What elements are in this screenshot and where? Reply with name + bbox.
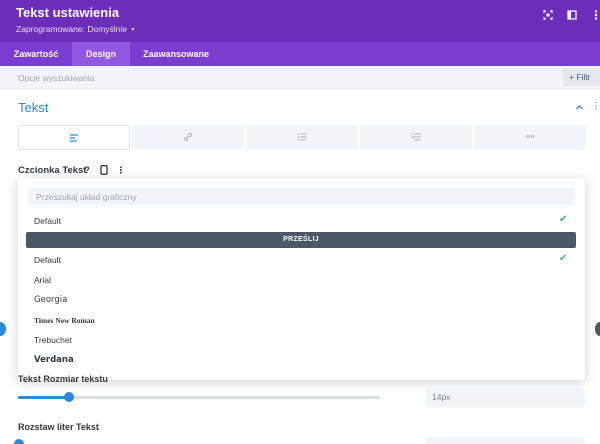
split-view-icon[interactable] bbox=[565, 8, 579, 22]
align-left-icon[interactable] bbox=[18, 125, 130, 150]
ordered-list-icon[interactable] bbox=[360, 125, 472, 150]
section-menu-icon[interactable]: ⋮ bbox=[591, 101, 600, 112]
font-option-default[interactable]: Default bbox=[34, 255, 61, 265]
font-option-trebuchet[interactable]: Trebuchet bbox=[34, 335, 72, 345]
preset-selector[interactable]: Zaprogramowane: Domyślnie ▾ bbox=[16, 24, 134, 34]
options-search-input[interactable]: Opcje wyszukiwania bbox=[18, 73, 95, 83]
options-search-bar: Opcje wyszukiwania + Filtr bbox=[0, 66, 600, 89]
tab-advanced[interactable]: Zaawansowane bbox=[130, 42, 222, 66]
preset-label: Zaprogramowane: Domyślnie bbox=[16, 24, 128, 34]
edge-control-icon[interactable] bbox=[595, 322, 600, 336]
quote-icon[interactable] bbox=[474, 125, 586, 150]
font-option-times-new-roman[interactable]: Times New Roman bbox=[34, 316, 95, 325]
mobile-icon[interactable] bbox=[97, 163, 111, 177]
slider-knob[interactable] bbox=[14, 439, 24, 444]
chevron-down-icon: ▾ bbox=[131, 27, 135, 33]
more-icon[interactable] bbox=[590, 8, 600, 22]
current-font[interactable]: Default bbox=[34, 216, 61, 226]
check-icon: ✔ bbox=[559, 214, 568, 225]
slider-fill bbox=[18, 396, 69, 399]
unordered-list-icon[interactable] bbox=[246, 125, 358, 150]
font-option-georgia[interactable]: Georgia bbox=[34, 295, 67, 305]
chevron-up-icon[interactable] bbox=[575, 103, 584, 115]
font-control-label: Czcionka Tekst bbox=[18, 165, 87, 176]
text-size-input[interactable]: 14px bbox=[426, 388, 585, 407]
font-search-input[interactable] bbox=[28, 188, 575, 205]
tab-design[interactable]: Design bbox=[72, 42, 130, 66]
section-title[interactable]: Tekst bbox=[18, 100, 48, 115]
font-option-arial[interactable]: Arial bbox=[34, 275, 51, 285]
text-size-label: Tekst Rozmiar tekstu bbox=[18, 374, 108, 384]
tab-content[interactable]: Zawartość bbox=[0, 42, 72, 66]
help-icon[interactable]: ? bbox=[80, 163, 94, 177]
text-style-tabs bbox=[18, 125, 586, 150]
settings-modal: Tekst ustawienia Zaprogramowane: Domyśln… bbox=[0, 0, 600, 444]
slider-knob[interactable] bbox=[0, 322, 6, 336]
slider-knob[interactable] bbox=[64, 392, 74, 402]
letter-spacing-input[interactable] bbox=[426, 437, 585, 444]
font-menu-icon[interactable]: ⋮ bbox=[114, 163, 128, 177]
font-dropdown: Default ✔ PRZEŚLIJ Default ✔ Arial Georg… bbox=[18, 178, 585, 380]
link-icon[interactable] bbox=[132, 125, 244, 150]
fullscreen-icon[interactable] bbox=[541, 8, 555, 22]
modal-title: Tekst ustawienia bbox=[16, 5, 120, 20]
font-option-verdana[interactable]: Verdana bbox=[34, 355, 74, 365]
filter-button[interactable]: + Filtr bbox=[563, 68, 600, 86]
letter-spacing-label: Rozstaw liter Tekst bbox=[18, 422, 99, 432]
check-icon: ✔ bbox=[559, 253, 568, 264]
modal-header: Tekst ustawienia Zaprogramowane: Domyśln… bbox=[0, 0, 600, 42]
upload-font-button[interactable]: PRZEŚLIJ bbox=[26, 232, 576, 248]
settings-tabs: Zawartość Design Zaawansowane bbox=[0, 42, 600, 66]
